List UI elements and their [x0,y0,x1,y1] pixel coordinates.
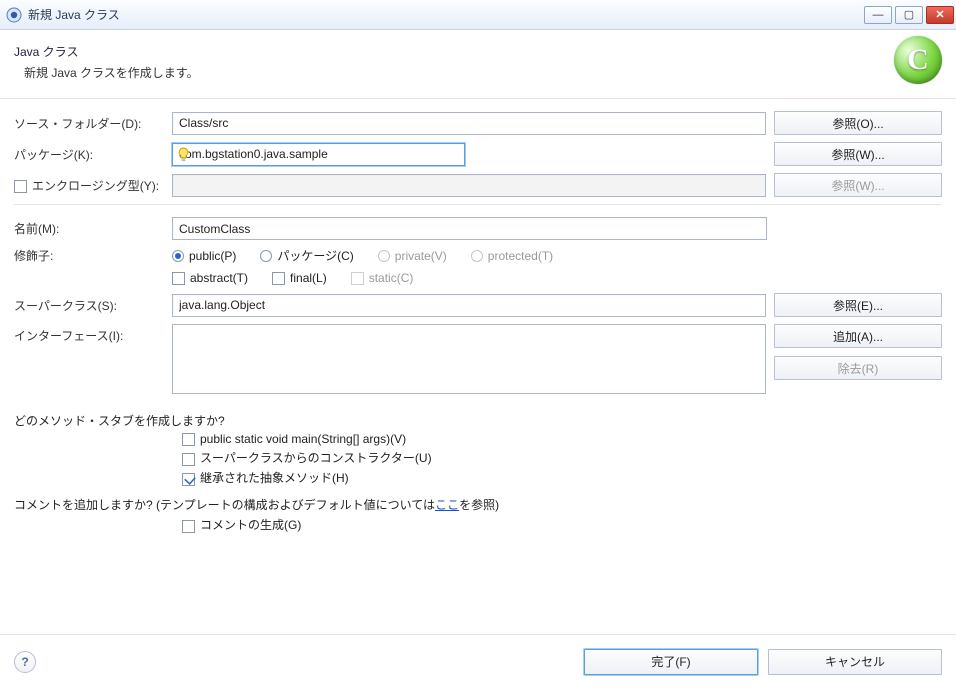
label-source-folder: ソース・フォルダー(D): [14,115,164,132]
browse-source-button[interactable]: 参照(O)... [774,111,942,135]
label-package: パッケージ(K): [14,146,164,163]
interfaces-list[interactable] [172,324,766,394]
check-main-method[interactable]: public static void main(String[] args)(V… [182,432,942,446]
check-static: static(C) [351,271,414,285]
window-title: 新規 Java クラス [28,6,864,23]
superclass-input[interactable] [172,294,766,317]
check-generate-comments[interactable]: コメントの生成(G) [182,516,942,533]
separator-1 [14,204,942,205]
class-logo-icon: C [894,36,942,84]
comments-question-prefix: コメントを追加しますか? (テンプレートの構成およびデフォルト値については [14,498,435,512]
browse-superclass-button[interactable]: 参照(E)... [774,293,942,317]
check-abstract[interactable]: abstract(T) [172,271,248,285]
browse-package-button[interactable]: 参照(W)... [774,142,942,166]
form-area: ソース・フォルダー(D): 参照(O)... パッケージ(K): 参照(W)..… [0,99,956,533]
app-icon [6,7,22,23]
remove-interface-button: 除去(R) [774,356,942,380]
close-button[interactable]: ✕ [926,6,954,24]
label-superclass: スーパークラス(S): [14,297,164,314]
radio-public[interactable]: public(P) [172,249,236,263]
add-interface-button[interactable]: 追加(A)... [774,324,942,348]
label-enclosing: エンクロージング型(Y): [14,177,164,194]
lightbulb-icon [176,146,191,165]
minimize-button[interactable]: — [864,6,892,24]
name-input[interactable] [172,217,767,240]
check-final[interactable]: final(L) [272,271,327,285]
source-folder-input[interactable] [172,112,766,135]
window-controls: — ▢ ✕ [864,6,954,24]
browse-enclosing-button: 参照(W)... [774,173,942,197]
check-super-constructors[interactable]: スーパークラスからのコンストラクター(U) [182,449,942,466]
dialog-header: Java クラス 新規 Java クラスを作成します。 C [0,30,956,99]
dialog-heading: Java クラス [14,43,894,60]
enclosing-type-checkbox[interactable]: エンクロージング型(Y): [14,179,159,193]
label-modifiers: 修飾子: [14,247,164,264]
help-button[interactable]: ? [14,651,36,673]
finish-button[interactable]: 完了(F) [584,649,758,675]
radio-private: private(V) [378,249,447,263]
label-name: 名前(M): [14,220,164,237]
package-input[interactable] [172,143,465,166]
title-bar: 新規 Java クラス — ▢ ✕ [0,0,956,30]
radio-protected: protected(T) [471,249,553,263]
class-logo-letter: C [907,45,929,75]
radio-package[interactable]: パッケージ(C) [260,247,353,264]
dialog-footer: ? 完了(F) キャンセル [0,634,956,688]
stubs-question: どのメソッド・スタブを作成しますか? [14,412,942,429]
cancel-button[interactable]: キャンセル [768,649,942,675]
check-inherited-abstract[interactable]: 継承された抽象メソッド(H) [182,469,942,486]
label-interfaces: インターフェース(I): [14,324,164,344]
enclosing-type-input [172,174,766,197]
comments-link[interactable]: ここ [435,498,459,512]
maximize-button[interactable]: ▢ [895,6,923,24]
comments-question-suffix: を参照) [459,498,499,512]
dialog-subtitle: 新規 Java クラスを作成します。 [24,64,894,81]
